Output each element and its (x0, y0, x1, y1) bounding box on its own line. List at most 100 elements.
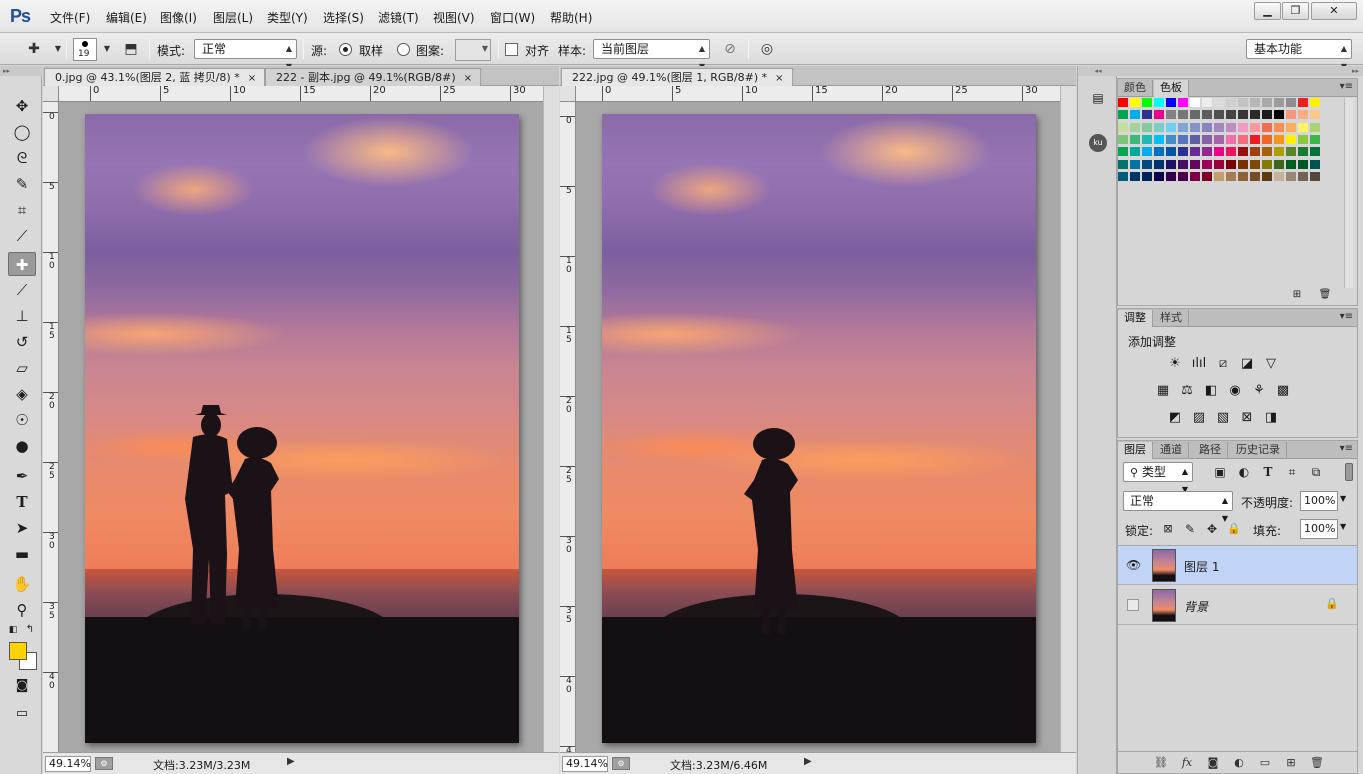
layer-style-fx-icon[interactable]: fx (1178, 755, 1196, 771)
color-swatch[interactable] (1310, 171, 1321, 182)
pattern-radio[interactable] (397, 43, 410, 56)
color-swatch[interactable] (1202, 171, 1213, 182)
color-swatch[interactable] (1214, 122, 1225, 133)
color-swatch[interactable] (1154, 147, 1165, 158)
link-layers-icon[interactable]: ⛓ (1152, 755, 1170, 771)
color-swatch[interactable] (1178, 147, 1189, 158)
color-swatch[interactable] (1130, 147, 1141, 158)
color-swatch[interactable] (1202, 159, 1213, 170)
document-canvas[interactable] (85, 114, 519, 743)
tab-document-222[interactable]: 222.jpg @ 49.1%(图层 1, RGB/8#) * × (561, 68, 793, 86)
panel-menu-icon[interactable]: ▾≡ (1340, 311, 1353, 322)
eraser-tool-icon[interactable]: ▱ (8, 356, 36, 380)
filter-smart-object-icon[interactable]: ⧉ (1308, 464, 1324, 480)
document-canvas[interactable] (602, 114, 1036, 743)
color-swatch[interactable] (1130, 159, 1141, 170)
color-swatch[interactable] (1214, 134, 1225, 145)
collapse-tools-icon[interactable]: ▸▸ (0, 66, 42, 76)
color-swatch[interactable] (1226, 122, 1237, 133)
color-swatch[interactable] (1154, 134, 1165, 145)
hue-saturation-icon[interactable]: ▦ (1154, 382, 1172, 400)
history-panel-icon[interactable]: ▤ (1088, 88, 1108, 108)
add-mask-icon[interactable]: ◙ (1204, 755, 1222, 771)
color-swatch[interactable] (1178, 110, 1189, 121)
paint-bucket-tool-icon[interactable]: ◈ (8, 382, 36, 406)
tab-document-0[interactable]: 0.jpg @ 43.1%(图层 2, 蓝 拷贝/8) * × (44, 68, 266, 86)
color-swatch[interactable] (1118, 110, 1129, 121)
color-swatch[interactable] (1226, 147, 1237, 158)
horizontal-ruler[interactable]: 0 5 10 15 20 25 30 (576, 86, 1060, 102)
tab-document-222-copy[interactable]: 222 - 副本.jpg @ 49.1%(RGB/8#) × (265, 68, 482, 86)
color-swatch[interactable] (1142, 159, 1153, 170)
fill-slider-icon[interactable]: ▼ (1340, 522, 1346, 531)
color-swatch[interactable] (1142, 110, 1153, 121)
color-swatch[interactable] (1226, 134, 1237, 145)
brightness-contrast-icon[interactable]: ☀ (1166, 355, 1184, 373)
color-swatch[interactable] (1238, 159, 1249, 170)
mode-select[interactable]: 正常▲▼ (194, 39, 297, 71)
color-swatch[interactable] (1130, 98, 1141, 108)
ruler-origin[interactable] (560, 86, 576, 102)
menu-file[interactable]: 文件(F) (50, 9, 90, 26)
minimize-button[interactable]: ▁ (1254, 2, 1281, 20)
menu-help[interactable]: 帮助(H) (550, 9, 592, 26)
color-swatch[interactable] (1250, 159, 1261, 170)
color-swatch[interactable] (1298, 122, 1309, 133)
menu-view[interactable]: 视图(V) (433, 9, 475, 26)
color-swatch[interactable] (1262, 134, 1273, 145)
color-swatch[interactable] (1310, 147, 1321, 158)
color-swatch[interactable] (1154, 122, 1165, 133)
color-swatch[interactable] (1262, 159, 1273, 170)
brush-dropdown-icon[interactable]: ▼ (97, 40, 117, 58)
tab-channels[interactable]: 通道 (1154, 442, 1189, 459)
pattern-picker[interactable]: ▼ (455, 39, 491, 61)
filter-toggle[interactable] (1345, 463, 1353, 481)
menu-type[interactable]: 类型(Y) (267, 9, 308, 26)
close-tab-icon[interactable]: × (248, 73, 256, 84)
color-swatch[interactable] (1214, 159, 1225, 170)
color-swatch[interactable] (1202, 147, 1213, 158)
new-layer-icon[interactable]: ⊞ (1282, 755, 1300, 771)
color-swatch[interactable] (1310, 122, 1321, 133)
blur-tool-icon[interactable]: ☉ (8, 408, 36, 432)
quick-selection-tool-icon[interactable]: ✎ (8, 172, 36, 196)
menu-edit[interactable]: 编辑(E) (106, 9, 147, 26)
color-swatch[interactable] (1286, 110, 1297, 121)
color-swatch[interactable] (1226, 171, 1237, 182)
color-swatch[interactable] (1178, 159, 1189, 170)
color-swatch[interactable] (1238, 98, 1249, 108)
color-swatch[interactable] (1286, 147, 1297, 158)
color-swatch[interactable] (1214, 147, 1225, 158)
color-swatch[interactable] (1118, 171, 1129, 182)
color-swatch[interactable] (1178, 171, 1189, 182)
move-tool-icon[interactable]: ✥ (8, 94, 36, 118)
vertical-ruler[interactable]: 0 5 10 15 20 25 30 35 40 (43, 102, 59, 752)
color-swatch[interactable] (1310, 98, 1321, 108)
ruler-origin[interactable] (43, 86, 59, 102)
color-swatch[interactable] (1202, 98, 1213, 108)
color-swatch[interactable] (1190, 171, 1201, 182)
color-swatch[interactable] (1286, 122, 1297, 133)
color-swatch[interactable] (1130, 171, 1141, 182)
color-swatch[interactable] (1118, 134, 1129, 145)
menu-filter[interactable]: 滤镜(T) (378, 9, 419, 26)
vertical-ruler[interactable]: 0 5 10 15 20 25 30 35 40 45 (560, 102, 576, 752)
lock-image-pixels-icon[interactable]: ✎ (1182, 521, 1198, 537)
color-swatch[interactable] (1178, 98, 1189, 108)
opacity-input[interactable]: 100% (1300, 491, 1338, 511)
vertical-scrollbar[interactable] (1060, 86, 1076, 752)
marquee-tool-icon[interactable]: ◯ (8, 120, 36, 144)
delete-swatch-icon[interactable]: 🗑 (1317, 287, 1333, 303)
close-tab-icon[interactable]: × (775, 73, 783, 84)
color-swatch[interactable] (1250, 171, 1261, 182)
tab-history[interactable]: 历史记录 (1230, 442, 1287, 459)
color-swatch[interactable] (1226, 98, 1237, 108)
color-swatch[interactable] (1190, 159, 1201, 170)
zoom-field[interactable]: 49.14% (562, 756, 608, 772)
color-swatch[interactable] (1274, 171, 1285, 182)
path-selection-tool-icon[interactable]: ➤ (8, 516, 36, 540)
horizontal-ruler[interactable]: 0 5 10 15 20 25 30 (59, 86, 543, 102)
lasso-tool-icon[interactable]: ᘓ (8, 146, 36, 170)
menu-image[interactable]: 图像(I) (160, 9, 197, 26)
tab-swatches[interactable]: 色板 (1154, 80, 1189, 97)
